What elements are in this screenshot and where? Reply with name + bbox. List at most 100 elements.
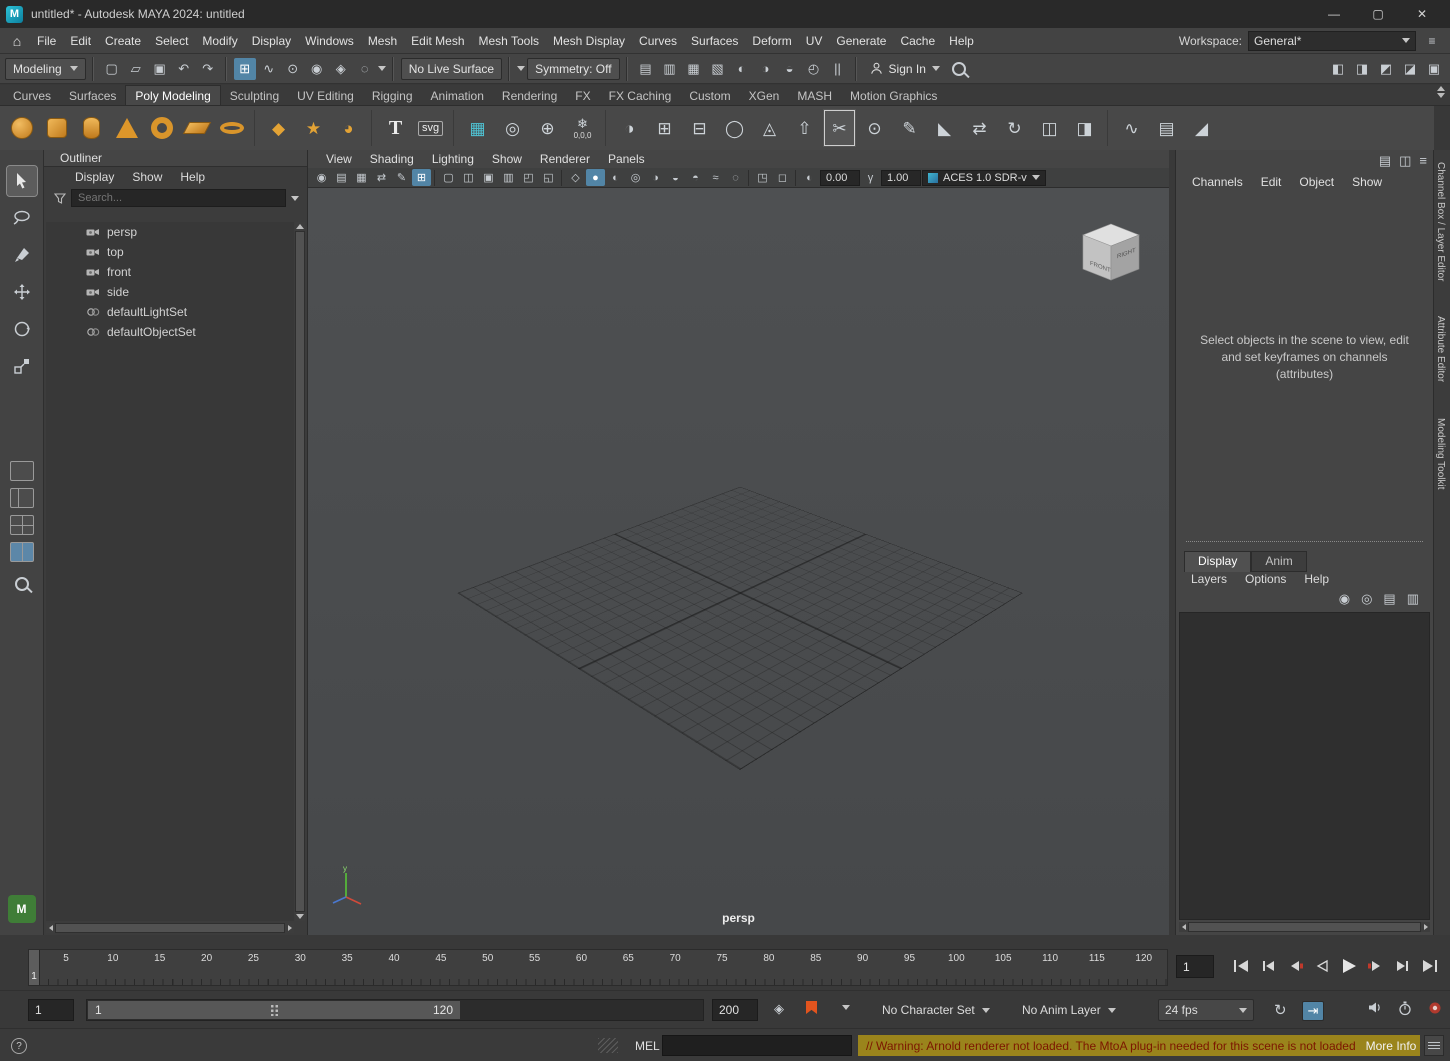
timeline-playhead[interactable]: 1 [29,950,40,985]
shelf-tab-rendering[interactable]: Rendering [493,86,566,105]
viewport-canvas[interactable]: FRONT RIGHT y persp [308,188,1169,935]
shadows-icon[interactable]: ◑ [646,169,665,186]
maximize-button[interactable]: ▢ [1356,0,1400,28]
snap-to-curve-toggle[interactable]: ∿ [258,58,280,80]
camera-attributes-icon[interactable]: ◉ [312,169,331,186]
snap-to-view-plane-toggle[interactable]: ◈ [330,58,352,80]
menu-edit-mesh[interactable]: Edit Mesh [404,28,471,54]
command-input[interactable] [662,1035,852,1056]
status-separator[interactable] [223,57,230,81]
dock-tab-modeling-toolkit[interactable]: Modeling Toolkit [1435,418,1446,490]
zoom-tool-button[interactable] [7,569,37,599]
panel-menu-lighting[interactable]: Lighting [424,152,482,166]
shelf-uv-editor-button[interactable]: ▤ [1150,109,1183,147]
shelf-sweep-mesh-button[interactable]: ∿ [1115,109,1148,147]
channel-manipulator-icon[interactable]: ▤ [1379,153,1391,169]
panel-menu-panels[interactable]: Panels [600,152,653,166]
channel-menu-show[interactable]: Show [1344,174,1390,190]
shelf-tab-mash[interactable]: MASH [788,86,841,105]
time-slider[interactable]: 5 10 15 20 25 30 35 40 45 50 55 60 65 70… [28,949,1168,986]
wireframe-icon[interactable]: ◇ [566,169,585,186]
shelf-extrude-button[interactable]: ⇧ [788,109,821,147]
exposure-field[interactable]: 0.00 [820,170,860,186]
menu-modify[interactable]: Modify [195,28,244,54]
four-pane-layout-button[interactable] [10,515,34,535]
grid-toggle-icon[interactable]: ⊞ [412,169,431,186]
dock-tab-channel-box[interactable]: Channel Box / Layer Editor [1435,162,1446,282]
shelf-symmetrize-button[interactable]: ◫ [1033,109,1066,147]
shelf-tab-rigging[interactable]: Rigging [363,86,422,105]
snap-playback-icon[interactable]: ⇥ [1302,1001,1324,1021]
menu-uv[interactable]: UV [799,28,830,54]
bookmark-icon[interactable] [806,1001,817,1014]
paint-select-tool-button[interactable] [7,240,37,270]
shelf-construction-plane-button[interactable]: ▦ [461,109,494,147]
toggle-tool-settings-button[interactable]: ◨ [1351,58,1373,80]
shelf-svg-tool-button[interactable]: svg [414,109,447,147]
menu-mesh-tools[interactable]: Mesh Tools [472,28,546,54]
shelf-poly-torus-button[interactable] [145,109,178,147]
toggle-channel-box-button[interactable]: ◩ [1375,58,1397,80]
field-chart-icon[interactable]: ▥ [499,169,518,186]
shelf-tab-xgen[interactable]: XGen [740,86,789,105]
scrollbar-thumb[interactable] [296,232,304,911]
ambient-occlusion-icon[interactable]: ◒ [666,169,685,186]
outliner-item-side[interactable]: side [46,282,294,302]
outliner-vertical-scrollbar[interactable] [295,222,305,921]
bookmark-menu-icon[interactable] [842,1005,850,1010]
evaluation-mode-icon[interactable]: ◴ [803,58,825,80]
range-drag-handle[interactable] [270,1004,279,1016]
save-scene-button[interactable]: ▣ [149,58,171,80]
shelf-quad-draw-button[interactable]: ✎ [893,109,926,147]
view-cube[interactable]: FRONT RIGHT [1077,218,1145,290]
use-all-lights-icon[interactable]: ◎ [626,169,645,186]
channel-options-icon[interactable]: ≡ [1419,153,1427,169]
shelf-tab-sculpting[interactable]: Sculpting [221,86,288,105]
filter-icon[interactable] [54,192,66,204]
outliner-menu-show[interactable]: Show [125,169,169,185]
sign-in-button[interactable]: Sign In [864,57,946,81]
user-avatar[interactable]: M [8,895,36,923]
search-icon[interactable] [948,58,970,80]
outliner-horizontal-scrollbar[interactable] [46,923,294,933]
image-plane-icon[interactable]: ▦ [352,169,371,186]
scroll-right-button[interactable] [1421,922,1430,932]
create-layer-from-selected-button[interactable]: ▥ [1407,591,1419,607]
step-back-key-button[interactable] [1282,952,1308,980]
command-language-toggle[interactable]: MEL [631,1036,664,1056]
snap-to-center-toggle[interactable]: ◉ [306,58,328,80]
animation-start-field[interactable]: 1 [28,999,74,1021]
script-editor-button[interactable] [1424,1035,1444,1056]
status-separator[interactable] [90,57,97,81]
display-layer-list[interactable] [1179,612,1430,920]
shelf-smooth-button[interactable]: ◯ [718,109,751,147]
channel-menu-object[interactable]: Object [1291,174,1342,190]
move-tool-button[interactable] [7,277,37,307]
shelf-combine-button[interactable]: ⊞ [648,109,681,147]
outliner-panel-header[interactable]: Outliner [44,150,307,167]
status-separator[interactable] [853,57,860,81]
lasso-tool-button[interactable] [7,203,37,233]
menu-curves[interactable]: Curves [632,28,684,54]
minimize-button[interactable]: — [1312,0,1356,28]
open-scene-button[interactable]: ▱ [125,58,147,80]
outliner-menu-display[interactable]: Display [68,169,121,185]
outliner-item-default-object-set[interactable]: defaultObjectSet [46,322,294,342]
layer-menu-options[interactable]: Options [1238,571,1293,587]
shelf-type-tool-button[interactable]: T [379,109,412,147]
home-icon[interactable]: ⌂ [4,28,30,54]
channel-menu-edit[interactable]: Edit [1253,174,1290,190]
auto-keyframe-toggle[interactable] [1428,1001,1442,1015]
scroll-left-button[interactable] [1179,922,1188,932]
render-settings-button[interactable]: ◒ [779,58,801,80]
menu-display[interactable]: Display [245,28,298,54]
snap-to-grid-toggle[interactable]: ⊞ [234,58,256,80]
range-slider-track[interactable]: 1 120 [86,999,704,1021]
layer-tab-display[interactable]: Display [1184,551,1251,572]
undo-button[interactable]: ↶ [173,58,195,80]
shelf-poly-sphere-button[interactable] [5,109,38,147]
shelf-slice-button[interactable]: ◢ [1185,109,1218,147]
shelf-move-to-origin-button[interactable]: ❄ 0,0,0 [566,109,599,147]
xray-icon[interactable]: ◻ [773,169,792,186]
safe-action-icon[interactable]: ◰ [519,169,538,186]
